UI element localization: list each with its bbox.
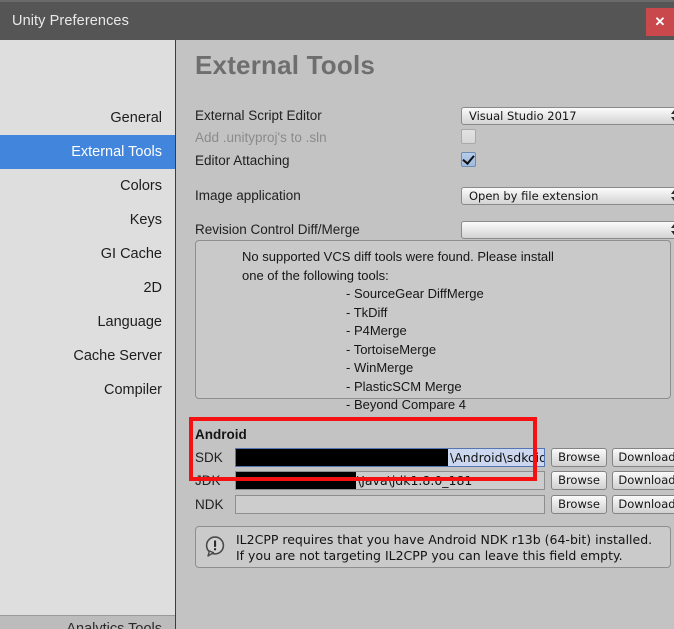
close-button[interactable]: ✕ [646,8,674,36]
vcs-tool-item: - SourceGear DiffMerge [346,286,484,301]
revision-control-row: Revision Control Diff/Merge [195,221,674,239]
android-sdk-label: SDK [195,450,223,465]
image-application-label: Image application [195,188,301,203]
vcs-tool-item: - WinMerge [346,360,414,375]
add-unityproj-checkbox[interactable] [461,129,476,144]
android-sdk-browse-button[interactable]: Browse [551,448,607,467]
android-sdk-input[interactable]: \Android\sdkoid\s [235,448,545,467]
sidebar-item-analytics-tools[interactable]: Analytics Tools [0,615,175,629]
android-ndk-browse-button[interactable]: Browse [551,495,607,514]
add-unityproj-row: Add .unityproj's to .sln [195,129,671,147]
android-ndk-download-button[interactable]: Download [612,495,674,514]
sidebar-item-colors[interactable]: Colors [0,169,175,203]
image-application-value: Open by file extension [469,189,599,203]
sidebar-item-2d[interactable]: 2D [0,271,175,305]
android-group-title: Android [195,427,247,442]
image-application-dropdown[interactable]: Open by file extension [461,187,674,205]
revision-control-dropdown[interactable] [461,221,674,239]
android-jdk-row: JDK \Java\jdk1.8.0_181 Browse Download [195,471,674,491]
unity-preferences-window: Unity Preferences ✕ General External Too… [0,0,674,629]
sidebar-item-keys[interactable]: Keys [0,203,175,237]
ndk-info-line-1: IL2CPP requires that you have Android ND… [236,532,653,547]
vcs-tool-item: - TkDiff [346,304,388,320]
android-jdk-input[interactable]: \Java\jdk1.8.0_181 [235,471,545,490]
image-application-row: Image application Open by file extension [195,187,674,205]
vcs-help-box: No supported VCS diff tools were found. … [195,240,671,412]
redaction-bar [236,449,448,466]
ndk-info-line-2: If you are not targeting IL2CPP you can … [236,548,623,563]
editor-attaching-row: Editor Attaching [195,152,671,170]
external-tools-panel: External Tools External Script Editor Vi… [177,40,674,629]
editor-attaching-label: Editor Attaching [195,153,290,168]
android-sdk-download-button[interactable]: Download [612,448,674,467]
vcs-tool-item: - Beyond Compare 4 [346,397,466,412]
sidebar-item-cache-server[interactable]: Cache Server [0,339,175,373]
vcs-tool-item: - PlasticSCM Merge [346,378,462,394]
vcs-tool-item: - P4Merge [346,323,407,338]
sidebar-item-general[interactable]: General [0,101,175,135]
info-exclamation-icon [204,535,228,559]
vcs-tool-item: - TortoiseMerge [346,341,437,357]
preferences-sidebar: General External Tools Colors Keys GI Ca… [0,40,176,629]
android-sdk-value: \Android\sdkoid\s [450,450,544,465]
vcs-help-line-1: No supported VCS diff tools were found. … [242,249,554,264]
ndk-info-box: IL2CPP requires that you have Android ND… [195,526,671,568]
android-jdk-download-button[interactable]: Download [612,471,674,490]
android-jdk-value: \Java\jdk1.8.0_181 [357,473,473,488]
sidebar-item-external-tools[interactable]: External Tools [0,135,175,169]
android-ndk-label: NDK [195,497,224,512]
sidebar-item-language[interactable]: Language [0,305,175,339]
android-jdk-browse-button[interactable]: Browse [551,471,607,490]
window-title: Unity Preferences [12,13,129,29]
revision-control-label: Revision Control Diff/Merge [195,222,360,237]
android-ndk-row: NDK Browse Download [195,495,674,515]
editor-attaching-checkbox[interactable] [461,152,476,167]
external-script-editor-row: External Script Editor Visual Studio 201… [195,107,674,125]
external-script-editor-label: External Script Editor [195,108,322,123]
add-unityproj-label: Add .unityproj's to .sln [195,130,327,145]
external-script-editor-dropdown[interactable]: Visual Studio 2017 [461,107,674,125]
vcs-help-line-2: one of the following tools: [242,267,389,283]
sidebar-item-gi-cache[interactable]: GI Cache [0,237,175,271]
android-sdk-row: SDK \Android\sdkoid\s Browse Download [195,448,674,468]
android-ndk-input[interactable] [235,495,545,514]
redaction-bar [236,472,356,489]
sidebar-item-compiler[interactable]: Compiler [0,373,175,407]
android-jdk-label: JDK [195,473,221,488]
external-script-editor-value: Visual Studio 2017 [469,109,577,123]
title-bar: Unity Preferences ✕ [0,0,674,40]
page-title: External Tools [195,50,376,80]
